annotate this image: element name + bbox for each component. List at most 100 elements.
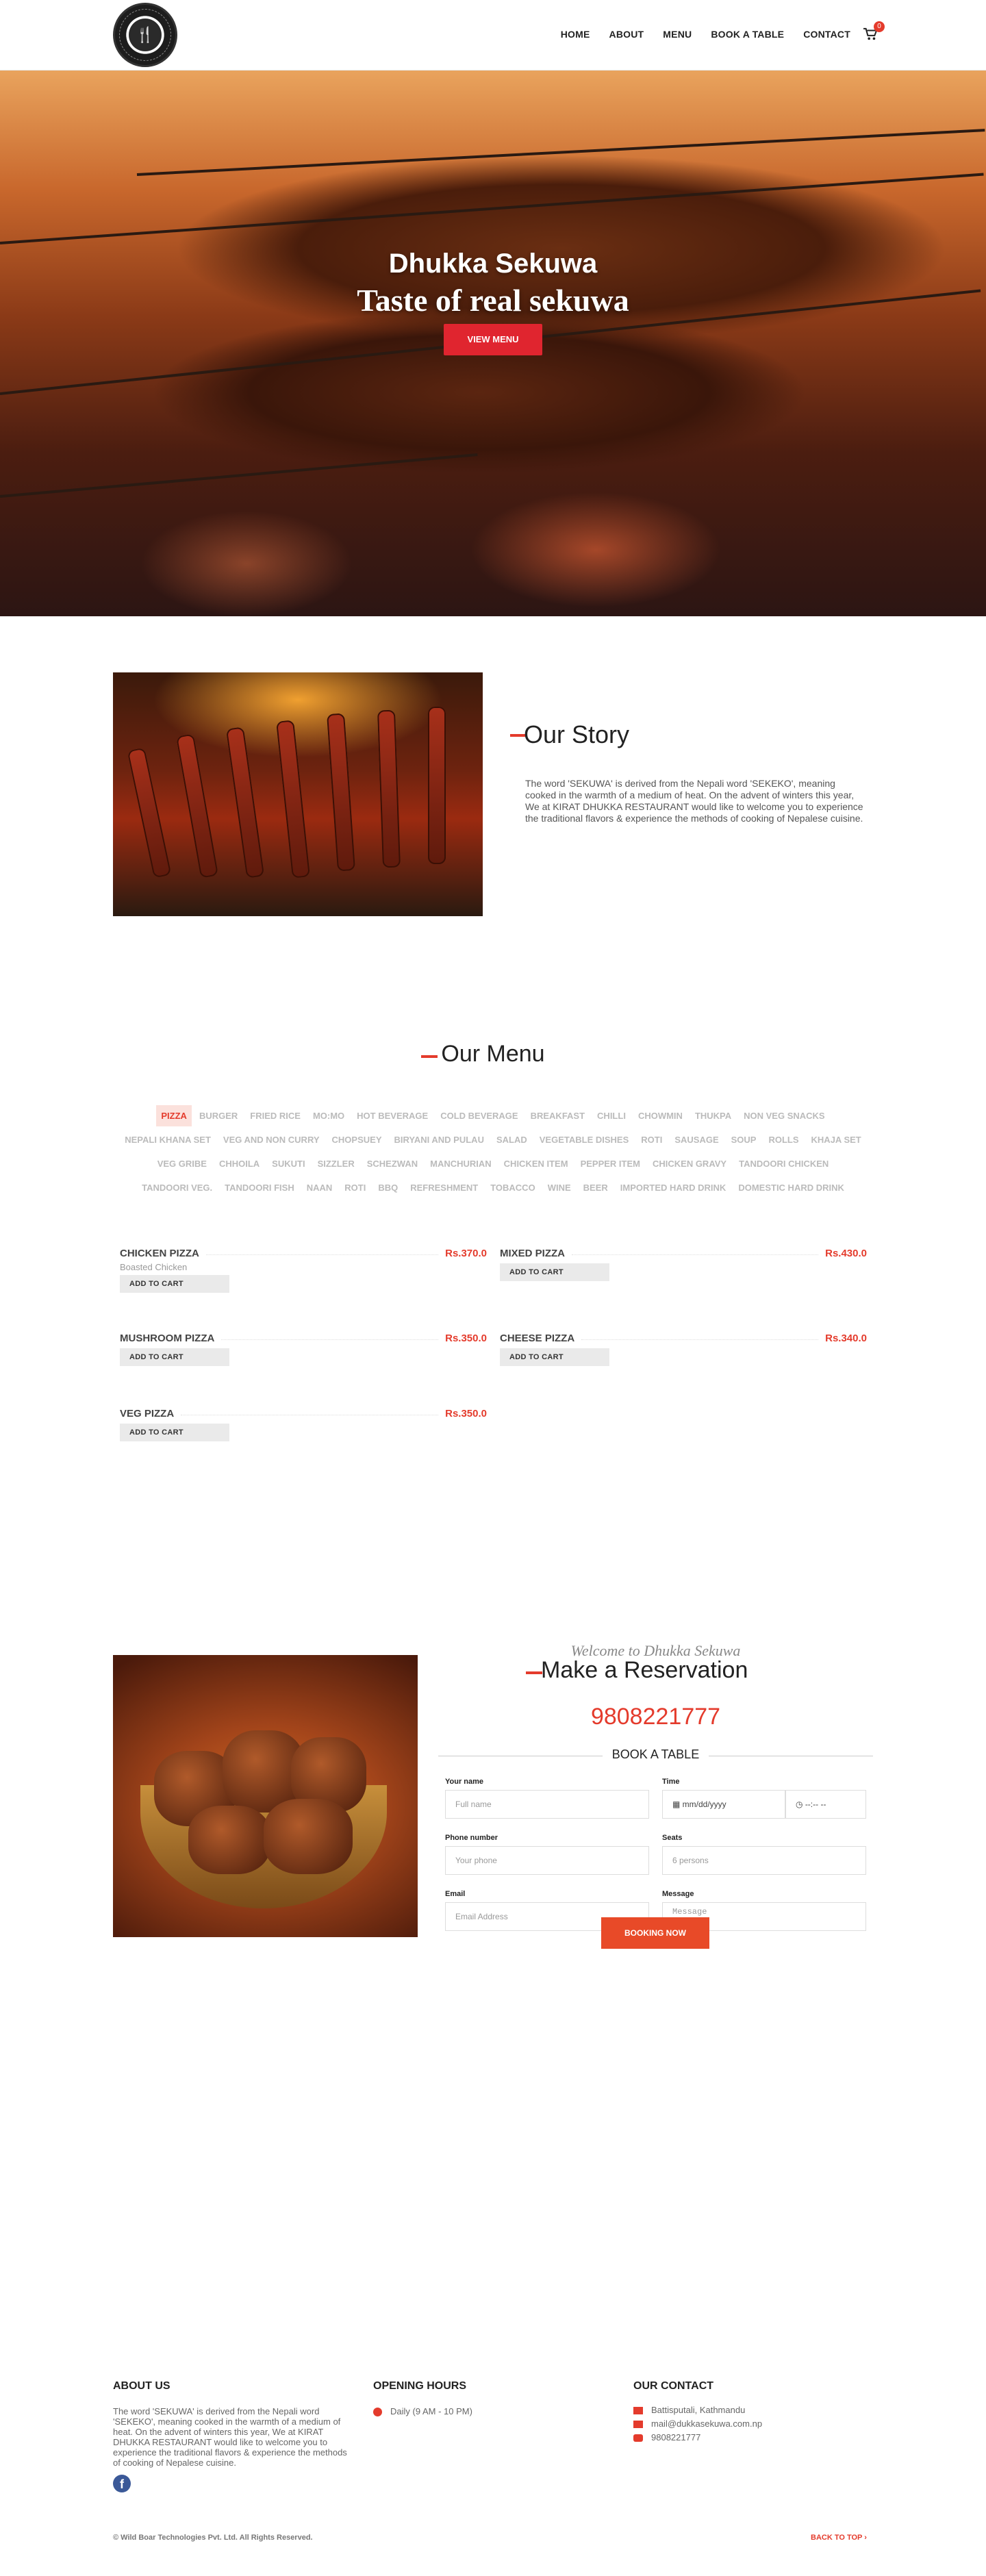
- menu-tab[interactable]: PEPPER ITEM: [576, 1153, 645, 1174]
- our-menu-section: Our Menu PIZZA BURGER FRIED RICE MO:MO HOT B…: [0, 1009, 986, 1584]
- opening-hours: Daily (9 AM - 10 PM): [373, 2406, 472, 2417]
- menu-tab[interactable]: IMPORTED HARD DRINK: [616, 1177, 731, 1198]
- nav-menu[interactable]: MENU: [663, 29, 692, 40]
- menu-item: MUSHROOM PIZZA Rs.350.0 ADD TO CART: [120, 1333, 487, 1366]
- menu-tab[interactable]: CHICKEN GRAVY: [648, 1153, 731, 1174]
- restaurant-logo[interactable]: 🍴: [113, 3, 177, 67]
- reservation-accent: [526, 1671, 542, 1674]
- item-name: MIXED PIZZA: [500, 1248, 566, 1259]
- item-name: VEG PIZZA: [120, 1408, 175, 1419]
- menu-tab[interactable]: CHHOILA: [214, 1153, 264, 1174]
- menu-tab[interactable]: TANDOORI CHICKEN: [734, 1153, 833, 1174]
- menu-tab[interactable]: ROTI: [340, 1177, 370, 1198]
- menu-tab[interactable]: SIZZLER: [313, 1153, 359, 1174]
- menu-item: MIXED PIZZA Rs.430.0 ADD TO CART: [500, 1248, 867, 1281]
- menu-tab[interactable]: SCHEZWAN: [362, 1153, 422, 1174]
- contact-list: Battisputali, Kathmandu mail@dukkasekuwa…: [633, 2403, 762, 2445]
- our-story-section: Our Story The word 'SEKUWA' is derived f…: [0, 616, 986, 1009]
- booking-now-button[interactable]: BOOKING NOW: [601, 1917, 709, 1949]
- add-to-cart-button[interactable]: ADD TO CART: [120, 1275, 229, 1293]
- menu-tab[interactable]: CHILLI: [592, 1105, 631, 1126]
- menu-tab[interactable]: NON VEG SNACKS: [739, 1105, 829, 1126]
- story-image: [113, 672, 483, 916]
- add-to-cart-button[interactable]: ADD TO CART: [500, 1348, 609, 1366]
- nav-book-a-table[interactable]: BOOK A TABLE: [711, 29, 784, 40]
- time-label: Time: [662, 1778, 680, 1786]
- cart-button[interactable]: 0: [863, 21, 885, 41]
- clock-icon: [373, 2408, 382, 2417]
- menu-tab[interactable]: BREAKFAST: [526, 1105, 590, 1126]
- menu-tab[interactable]: BBQ: [373, 1177, 403, 1198]
- menu-tab[interactable]: VEG GRIBE: [153, 1153, 212, 1174]
- menu-tab[interactable]: PIZZA: [156, 1105, 192, 1126]
- menu-tab[interactable]: MANCHURIAN: [425, 1153, 496, 1174]
- contact-address: Battisputali, Kathmandu: [651, 2405, 746, 2415]
- menu-tab[interactable]: COLD BEVERAGE: [435, 1105, 522, 1126]
- menu-tab[interactable]: THUKPA: [690, 1105, 736, 1126]
- nav-about[interactable]: ABOUT: [609, 29, 644, 40]
- menu-tab[interactable]: ROLLS: [763, 1129, 803, 1150]
- copyright: © Wild Boar Technologies Pvt. Ltd. All R…: [113, 2534, 313, 2542]
- menu-tab[interactable]: WINE: [543, 1177, 576, 1198]
- menu-tab[interactable]: CHICKEN ITEM: [499, 1153, 573, 1174]
- menu-tab[interactable]: BIRYANI AND PULAU: [390, 1129, 489, 1150]
- name-label: Your name: [445, 1778, 484, 1786]
- add-to-cart-button[interactable]: ADD TO CART: [120, 1348, 229, 1366]
- menu-tab[interactable]: ROTI: [636, 1129, 667, 1150]
- menu-title: Our Menu: [441, 1041, 545, 1067]
- contact-email[interactable]: mail@dukkasekuwa.com.np: [651, 2419, 762, 2429]
- menu-tab[interactable]: BURGER: [194, 1105, 242, 1126]
- hero-banner: Dhukka Sekuwa Taste of real sekuwa VIEW …: [0, 71, 986, 616]
- email-label: Email: [445, 1890, 466, 1898]
- about-us-title: ABOUT US: [113, 2380, 170, 2392]
- menu-tab[interactable]: KHAJA SET: [807, 1129, 866, 1150]
- story-text: The word 'SEKUWA' is derived from the Ne…: [525, 778, 863, 824]
- reservation-title: Make a Reservation: [541, 1657, 748, 1683]
- menu-tab[interactable]: SAUSAGE: [670, 1129, 723, 1150]
- about-us-text: The word 'SEKUWA' is derived from the Ne…: [113, 2406, 347, 2468]
- menu-tab[interactable]: SOUP: [726, 1129, 761, 1150]
- calendar-icon: ▦: [672, 1800, 683, 1809]
- phone-input[interactable]: Your phone: [445, 1846, 649, 1875]
- book-table-heading: BOOK A TABLE: [438, 1747, 873, 1762]
- facebook-icon[interactable]: f: [113, 2475, 131, 2492]
- date-input[interactable]: ▦ mm/dd/yyyy: [662, 1790, 785, 1819]
- our-contact-title: OUR CONTACT: [633, 2380, 714, 2392]
- name-input[interactable]: Full name: [445, 1790, 649, 1819]
- main-nav: HOME ABOUT MENU BOOK A TABLE CONTACT 0: [542, 21, 885, 41]
- menu-tab[interactable]: TANDOORI VEG.: [137, 1177, 217, 1198]
- menu-tab[interactable]: REFRESHMENT: [405, 1177, 483, 1198]
- phone-label: Phone number: [445, 1834, 498, 1842]
- view-menu-button[interactable]: VIEW MENU: [444, 324, 542, 355]
- item-price: Rs.350.0: [445, 1408, 487, 1419]
- menu-tab[interactable]: DOMESTIC HARD DRINK: [733, 1177, 849, 1198]
- menu-tab[interactable]: MO:MO: [308, 1105, 349, 1126]
- menu-tab[interactable]: SUKUTI: [267, 1153, 309, 1174]
- menu-tab[interactable]: BEER: [579, 1177, 613, 1198]
- menu-tab[interactable]: TANDOORI FISH: [220, 1177, 299, 1198]
- reservation-phone[interactable]: 9808221777: [438, 1704, 873, 1730]
- back-to-top-link[interactable]: BACK TO TOP ›: [811, 2534, 867, 2542]
- item-price: Rs.350.0: [445, 1333, 487, 1344]
- contact-phone[interactable]: 9808221777: [651, 2432, 700, 2442]
- menu-tab[interactable]: VEG AND NON CURRY: [218, 1129, 325, 1150]
- menu-tab[interactable]: CHOPSUEY: [327, 1129, 387, 1150]
- menu-tab[interactable]: TOBACCO: [485, 1177, 540, 1198]
- add-to-cart-button[interactable]: ADD TO CART: [500, 1263, 609, 1281]
- menu-tab[interactable]: NAAN: [302, 1177, 338, 1198]
- menu-tab[interactable]: FRIED RICE: [245, 1105, 305, 1126]
- menu-tab[interactable]: CHOWMIN: [633, 1105, 687, 1126]
- hero-title: Taste of real sekuwa: [357, 283, 629, 318]
- menu-tab[interactable]: NEPALI KHANA SET: [120, 1129, 216, 1150]
- menu-tab[interactable]: VEGETABLE DISHES: [535, 1129, 634, 1150]
- time-input[interactable]: ◷ --:-- --: [785, 1790, 866, 1819]
- menu-tab[interactable]: HOT BEVERAGE: [352, 1105, 433, 1126]
- seats-input[interactable]: 6 persons: [662, 1846, 866, 1875]
- menu-tab[interactable]: SALAD: [492, 1129, 532, 1150]
- add-to-cart-button[interactable]: ADD TO CART: [120, 1424, 229, 1441]
- menu-category-tabs: PIZZA BURGER FRIED RICE MO:MO HOT BEVERAGE CO…: [116, 1104, 870, 1200]
- item-price: Rs.370.0: [445, 1248, 487, 1259]
- nav-home[interactable]: HOME: [561, 29, 590, 40]
- nav-contact[interactable]: CONTACT: [803, 29, 850, 40]
- envelope-icon: [633, 2421, 643, 2429]
